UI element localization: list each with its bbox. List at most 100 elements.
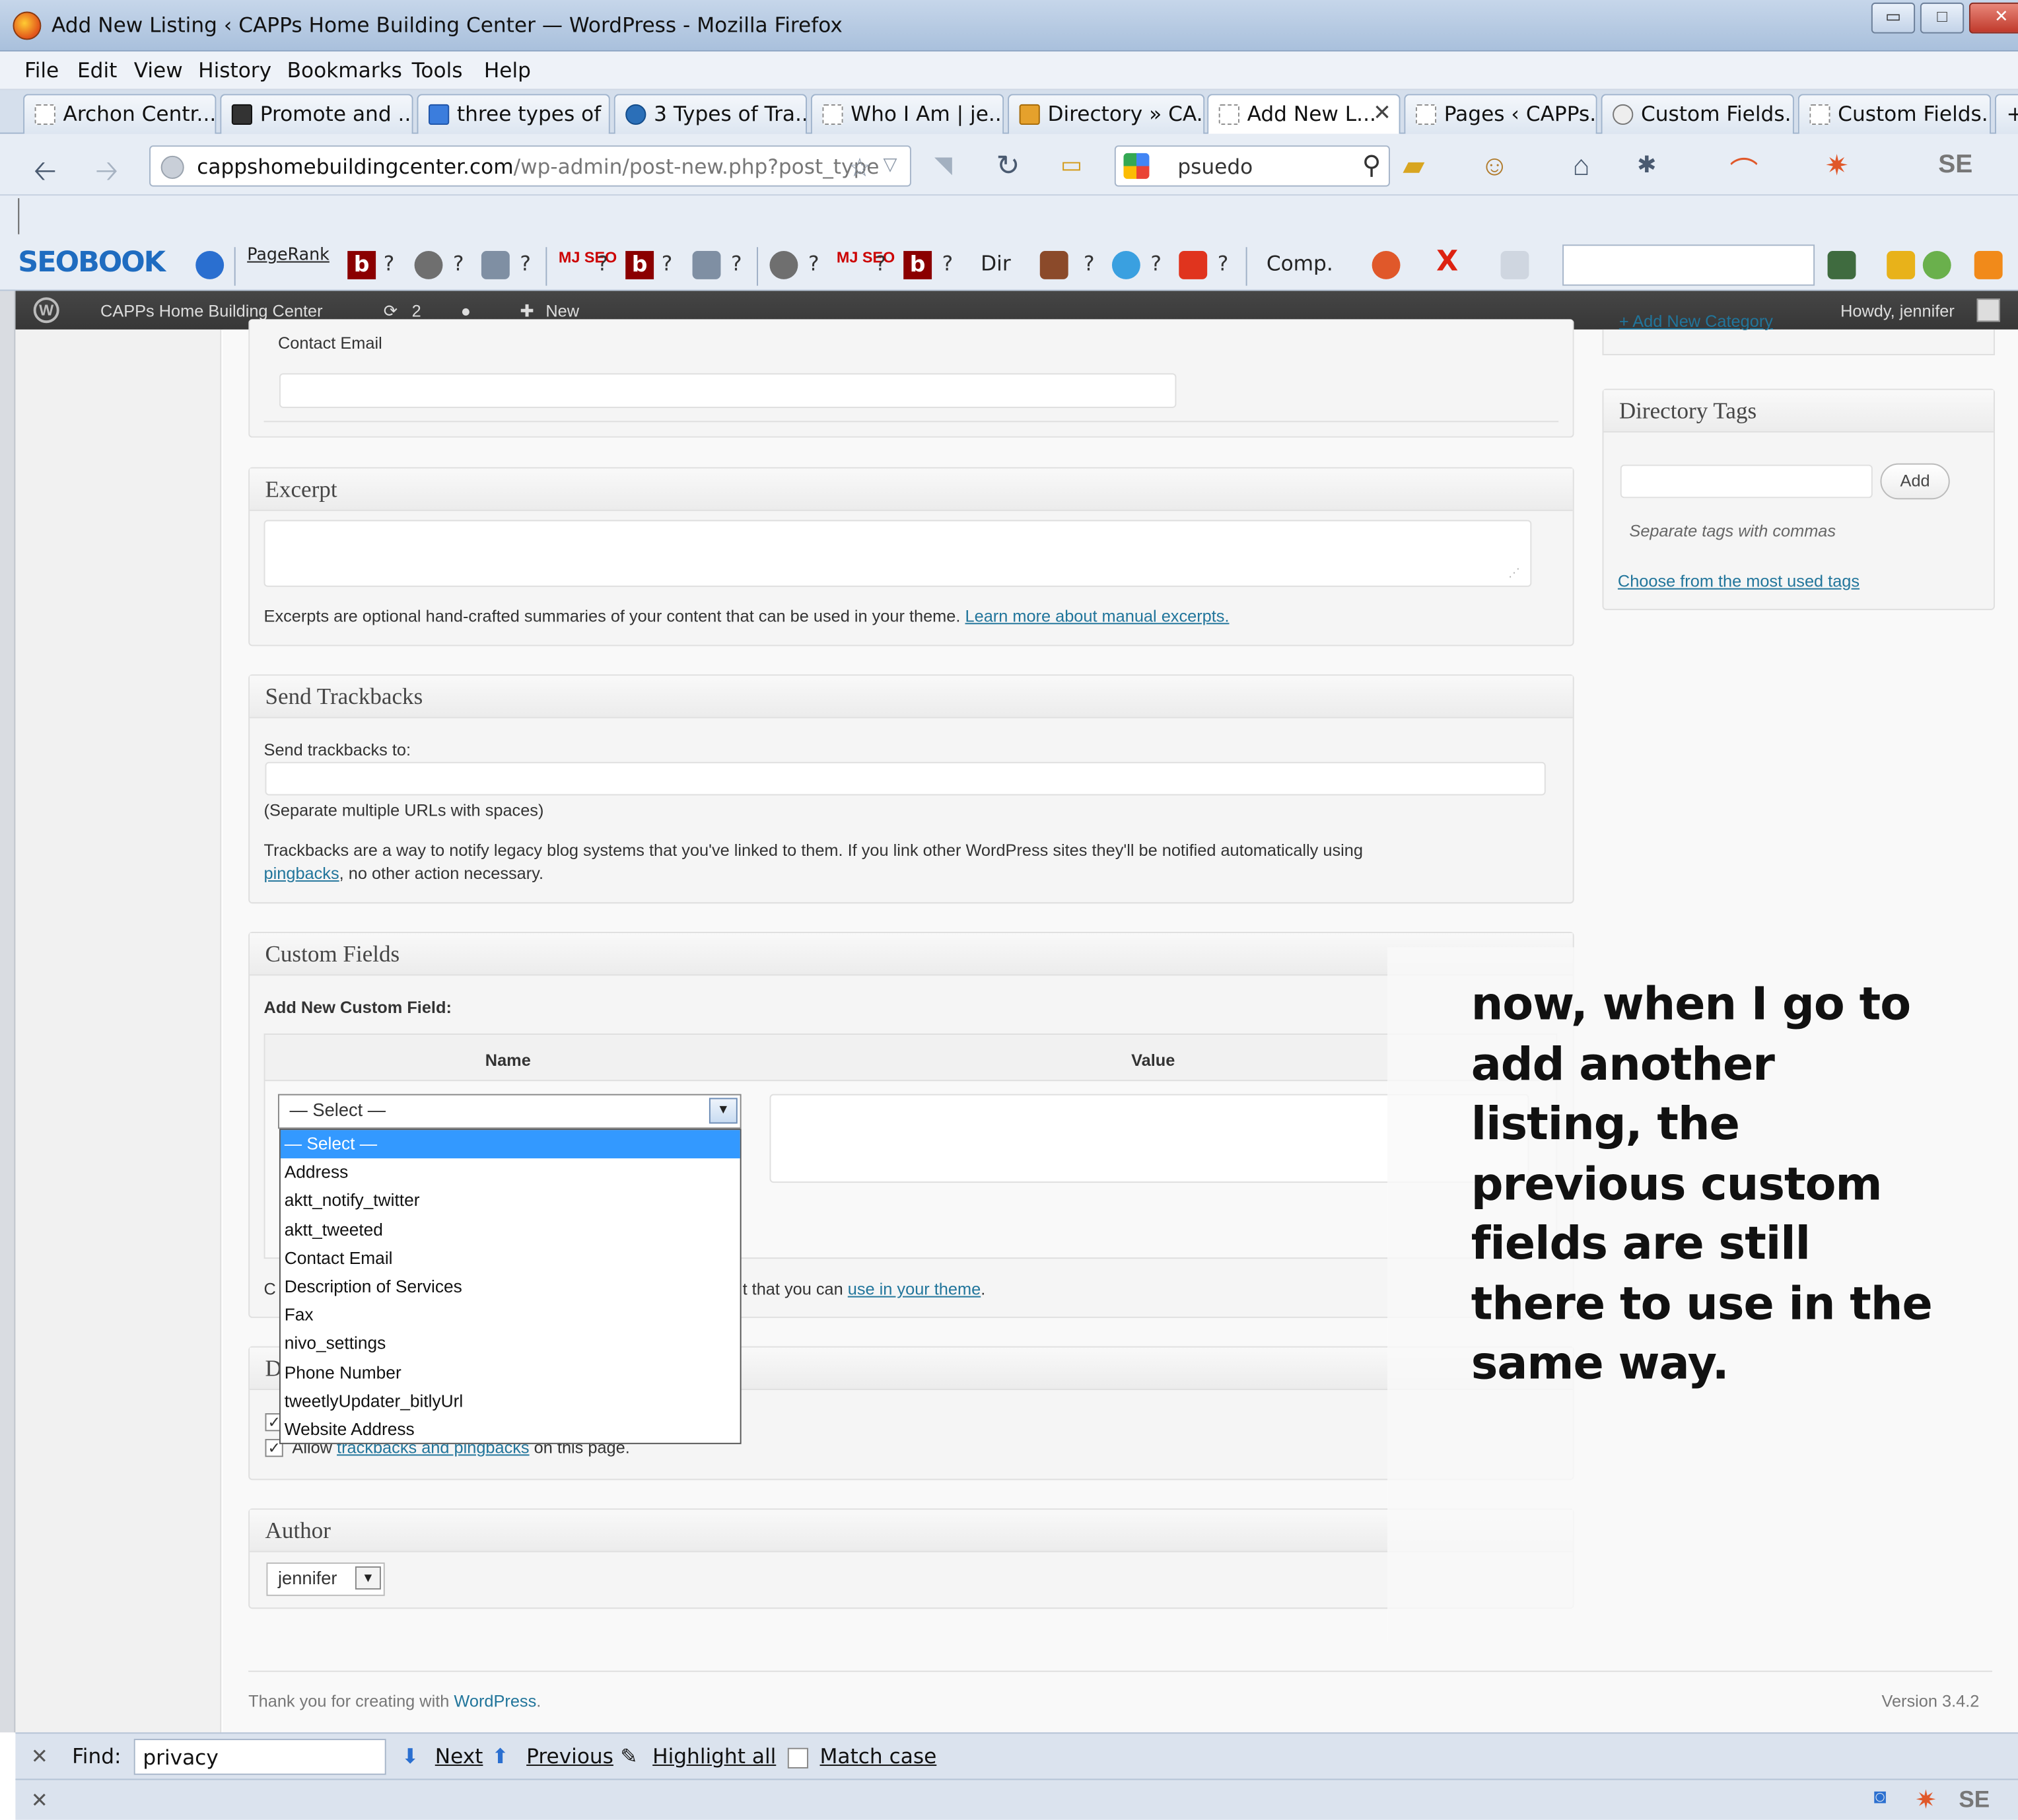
help-icon[interactable]: ? xyxy=(520,251,531,275)
dropdown-option[interactable]: aktt_notify_twitter xyxy=(281,1187,740,1216)
mj-seo-icon[interactable]: MJ SEO xyxy=(837,250,895,265)
b-icon[interactable]: b xyxy=(903,251,932,279)
site-identity-icon[interactable] xyxy=(160,155,184,179)
tab-archon[interactable]: Archon Centr... xyxy=(23,94,217,134)
x-icon[interactable]: X xyxy=(1436,246,1458,278)
toolbar-icon[interactable]: ▭ xyxy=(1061,152,1082,179)
help-icon[interactable]: ? xyxy=(662,251,673,275)
author-title[interactable]: Author xyxy=(250,1510,1573,1553)
use-in-theme-link[interactable]: use in your theme xyxy=(848,1279,981,1298)
custom-field-name-select[interactable]: — Select — ▼ xyxy=(277,1094,742,1129)
menu-bookmarks[interactable]: Bookmarks xyxy=(287,58,402,83)
comments-icon[interactable]: ● xyxy=(461,301,471,320)
reload-icon[interactable]: ↻ xyxy=(996,149,1020,183)
add-new-category-link[interactable]: + Add New Category xyxy=(1619,312,1773,331)
tab-directory[interactable]: Directory » CA... xyxy=(1008,94,1205,134)
addon-icon[interactable]: ✱ xyxy=(1637,152,1656,179)
avatar[interactable] xyxy=(1976,298,2000,322)
dropdown-option[interactable]: — Select — xyxy=(280,1130,740,1159)
calendar-icon[interactable] xyxy=(1039,251,1068,279)
menu-view[interactable]: View xyxy=(134,58,183,83)
help-icon[interactable]: ? xyxy=(1084,251,1095,275)
google-search-icon[interactable] xyxy=(1123,153,1150,179)
gauge-icon[interactable] xyxy=(414,251,443,279)
rss-icon[interactable]: ◥ xyxy=(934,152,952,179)
resize-handle-icon[interactable]: ⋰ xyxy=(1508,567,1520,580)
wordpress-link[interactable]: WordPress xyxy=(454,1691,536,1710)
wordpress-logo-icon[interactable]: W xyxy=(33,297,59,324)
tab-pages[interactable]: Pages ‹ CAPPs... xyxy=(1404,94,1597,134)
close-status-icon[interactable]: ✕ xyxy=(31,1788,48,1813)
new-tab-button[interactable]: + xyxy=(1994,94,2018,134)
add-tag-button[interactable]: Add xyxy=(1880,463,1950,500)
highlighter-icon[interactable]: ✎ xyxy=(620,1744,637,1768)
back-arrow-icon[interactable]: 🡠 xyxy=(34,149,57,198)
url-bar[interactable]: cappshomebuildingcenter.com/wp-admin/pos… xyxy=(149,145,911,187)
forward-arrow-icon[interactable]: 🡢 xyxy=(95,149,118,198)
close-window-button[interactable]: ✕ xyxy=(1968,2,2018,34)
monkey-icon[interactable]: ☺ xyxy=(1480,149,1509,183)
find-previous-button[interactable]: Previous xyxy=(526,1744,613,1768)
excerpt-textarea[interactable]: ⋰ xyxy=(263,520,1532,587)
dir-dropdown[interactable]: Dir xyxy=(981,251,1010,275)
tab-add-new-listing[interactable]: Add New L... ✕ xyxy=(1207,94,1401,134)
dropdown-option[interactable]: Address xyxy=(281,1158,740,1187)
highlight-all-button[interactable]: Highlight all xyxy=(652,1744,776,1768)
pencil-icon[interactable] xyxy=(1887,251,1916,279)
match-case-label[interactable]: Match case xyxy=(820,1744,937,1768)
contact-email-input[interactable] xyxy=(279,373,1177,408)
tab-3-types[interactable]: 3 Types of Tra... xyxy=(613,94,808,134)
up-arrow-icon[interactable]: ⬆ xyxy=(492,1744,509,1768)
dropdown-option[interactable]: Fax xyxy=(281,1302,740,1330)
seo-bird-icon[interactable] xyxy=(1372,251,1401,279)
dropdown-option[interactable]: nivo_settings xyxy=(281,1330,740,1358)
pagerank-label[interactable]: PageRank xyxy=(247,246,330,265)
pingbacks-link[interactable]: pingbacks xyxy=(264,864,339,883)
help-icon[interactable]: ? xyxy=(808,251,819,275)
minimize-button[interactable]: ▭ xyxy=(1871,2,1916,34)
howdy-link[interactable]: Howdy, jennifer xyxy=(1840,301,1955,320)
tab-custom-fields-2[interactable]: Custom Fields... xyxy=(1797,94,1992,134)
menu-history[interactable]: History xyxy=(198,58,271,83)
maximize-button[interactable]: □ xyxy=(1920,2,1965,34)
seo-icon[interactable]: SE xyxy=(1938,151,1972,180)
search-icon[interactable]: ⚲ xyxy=(1362,149,1381,180)
help-icon[interactable]: ? xyxy=(1218,251,1229,275)
home-icon[interactable]: ⌂ xyxy=(1573,149,1590,183)
sun-icon[interactable] xyxy=(1179,251,1208,279)
chevron-down-icon[interactable]: ▼ xyxy=(709,1098,738,1124)
excerpt-learn-more-link[interactable]: Learn more about manual excerpts. xyxy=(965,606,1230,625)
choose-most-used-tags-link[interactable]: Choose from the most used tags xyxy=(1618,571,1860,590)
menu-help[interactable]: Help xyxy=(484,58,531,83)
dropdown-option[interactable]: aktt_tweeted xyxy=(281,1216,740,1244)
info-icon[interactable] xyxy=(195,251,225,279)
dropdown-option[interactable]: tweetlyUpdater_bitlyUrl xyxy=(281,1387,740,1415)
building-icon[interactable] xyxy=(692,251,721,279)
rainbow-icon[interactable]: ⌒ xyxy=(1729,149,1758,190)
dropdown-option[interactable]: Contact Email xyxy=(281,1244,740,1273)
leaf-icon[interactable] xyxy=(1922,251,1951,279)
url-dropdown-icon[interactable]: ▽ xyxy=(883,155,897,175)
help-icon[interactable]: ? xyxy=(1150,251,1162,275)
seobook-logo[interactable]: SEOBOOK xyxy=(18,247,166,279)
dropdown-option[interactable]: Phone Number xyxy=(281,1358,740,1387)
down-arrow-icon[interactable]: ⬇ xyxy=(401,1744,419,1768)
tab-three-types[interactable]: three types of ... xyxy=(417,94,610,134)
menu-tools[interactable]: Tools xyxy=(412,58,463,83)
bookmark-star-icon[interactable]: ☆ xyxy=(849,152,872,183)
tab-custom-fields-1[interactable]: Custom Fields... xyxy=(1601,94,1794,134)
dropdown-option[interactable]: Website Address xyxy=(281,1416,740,1444)
gauge-icon[interactable] xyxy=(769,251,798,279)
directory-tags-title[interactable]: Directory Tags xyxy=(1603,390,1994,433)
excerpt-title[interactable]: Excerpt xyxy=(250,468,1573,511)
help-icon[interactable]: ? xyxy=(942,251,954,275)
b-icon[interactable]: b xyxy=(347,251,376,279)
custom-field-dropdown-list[interactable]: — Select — Address aktt_notify_twitter a… xyxy=(279,1129,742,1444)
help-icon[interactable]: ? xyxy=(597,251,608,275)
trackbacks-input[interactable] xyxy=(265,761,1546,796)
find-input[interactable]: privacy xyxy=(133,1739,386,1775)
search-bar[interactable]: psuedo ⚲ xyxy=(1114,145,1390,187)
match-case-checkbox[interactable] xyxy=(787,1747,808,1768)
eye-icon[interactable] xyxy=(1827,251,1856,279)
rss-icon[interactable] xyxy=(1974,251,2003,279)
